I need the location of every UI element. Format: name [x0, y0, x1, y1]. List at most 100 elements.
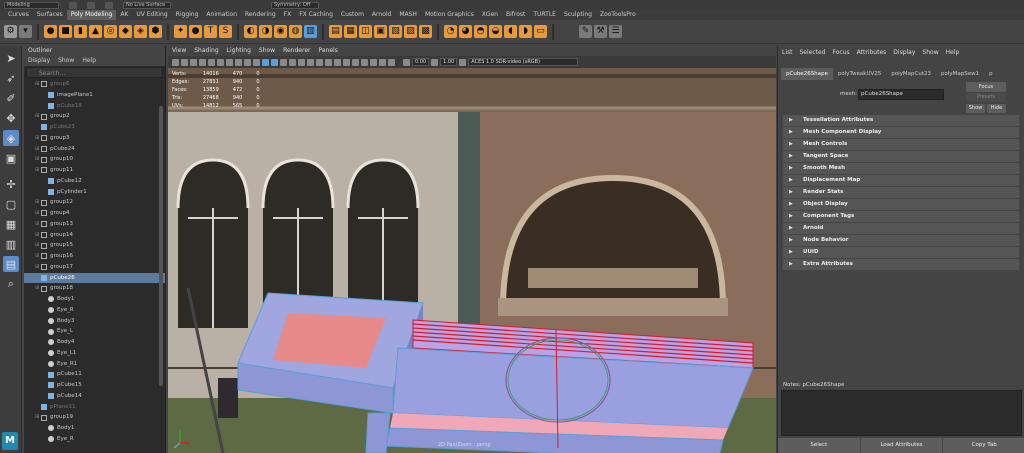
- shelf-tab[interactable]: Bifrost: [502, 10, 529, 20]
- bevel-icon[interactable]: ◫: [359, 25, 372, 38]
- tab-polymapsew1[interactable]: polyMapSew1: [936, 68, 984, 80]
- shelf-tab[interactable]: Custom: [337, 10, 368, 20]
- shelf-tab[interactable]: Curves: [4, 10, 33, 20]
- presets-button[interactable]: Presets: [966, 93, 1006, 102]
- load-attributes-button[interactable]: Load Attributes: [860, 438, 943, 453]
- image-plane-icon[interactable]: [199, 58, 206, 66]
- extrude-icon[interactable]: ▤: [329, 25, 342, 38]
- isolate-icon[interactable]: [352, 58, 359, 66]
- outliner-row[interactable]: ⊞ group3: [24, 133, 165, 144]
- ae-menu-display[interactable]: Display: [893, 46, 915, 60]
- script-icon[interactable]: ☰: [609, 25, 622, 38]
- tab-pcube26shape[interactable]: pCube26Shape: [781, 68, 833, 80]
- select-tool-icon[interactable]: ➤: [3, 50, 19, 66]
- uv-icon[interactable]: ◔: [444, 25, 457, 38]
- smooth-icon[interactable]: ◉: [274, 25, 287, 38]
- insert-edge-loop-icon[interactable]: ▧: [389, 25, 402, 38]
- unfold-icon[interactable]: ◓: [474, 25, 487, 38]
- tab-more[interactable]: p: [984, 68, 998, 80]
- shelf-tab[interactable]: Rendering: [241, 10, 280, 20]
- ae-section-header[interactable]: ▶ Smooth Mesh: [783, 163, 1019, 174]
- outliner-row[interactable]: ⊞ group6: [24, 79, 165, 90]
- viewport-menu-renderer[interactable]: Renderer: [283, 46, 310, 56]
- shelf-tab[interactable]: Poly Modeling: [66, 10, 117, 20]
- scale-tool-icon[interactable]: ▣: [3, 150, 19, 166]
- camera-icon[interactable]: [172, 58, 179, 66]
- search-icon[interactable]: ⌕: [3, 276, 19, 292]
- status-icon[interactable]: [105, 1, 113, 9]
- disc-icon[interactable]: ◈: [134, 25, 147, 38]
- shelf-tab[interactable]: ZooToolsPro: [596, 10, 640, 20]
- planar-map-icon[interactable]: ▭: [534, 25, 547, 38]
- exposure-icon[interactable]: [403, 58, 410, 66]
- shelf-tab[interactable]: Arnold: [368, 10, 395, 20]
- ae-menu-show[interactable]: Show: [922, 46, 938, 60]
- layout-four-icon[interactable]: ▦: [3, 216, 19, 232]
- shelf-tab[interactable]: Rigging: [172, 10, 203, 20]
- ae-section-header[interactable]: ▶ Mesh Controls: [783, 139, 1019, 150]
- multi-cut-icon[interactable]: ▨: [404, 25, 417, 38]
- outliner-row[interactable]: ⊞ group13: [24, 219, 165, 230]
- move-tool-icon[interactable]: ✥: [3, 110, 19, 126]
- super-shape-icon[interactable]: ✦: [174, 25, 187, 38]
- outliner-row[interactable]: Eye_R: [24, 434, 165, 445]
- axis-icon[interactable]: ✢: [3, 176, 19, 192]
- outliner-row[interactable]: ⊞ group12: [24, 197, 165, 208]
- outliner-row[interactable]: Body1: [24, 423, 165, 434]
- wireframe-icon[interactable]: [262, 58, 269, 66]
- outliner-row[interactable]: ⊞ group18: [24, 283, 165, 294]
- outliner-row[interactable]: pCube12: [24, 176, 165, 187]
- viewport-menu-show[interactable]: Show: [259, 46, 275, 56]
- layout-single-icon[interactable]: ▢: [3, 196, 19, 212]
- wireframe-on-shaded-icon[interactable]: [280, 58, 287, 66]
- shelf-tab[interactable]: Sculpting: [560, 10, 596, 20]
- viewport-menu-lighting[interactable]: Lighting: [227, 46, 251, 56]
- settings-icon[interactable]: ⚒: [594, 25, 607, 38]
- lights-icon[interactable]: [298, 58, 305, 66]
- ae-section-header[interactable]: ▶ Displacement Map: [783, 175, 1019, 186]
- gamma-field[interactable]: 1.00: [440, 58, 458, 66]
- ae-section-header[interactable]: ▶ Extra Attributes: [783, 259, 1019, 270]
- live-surface-field[interactable]: No Live Surface: [123, 1, 171, 9]
- bookmark-icon[interactable]: [190, 58, 197, 66]
- outliner-scrollbar[interactable]: [159, 106, 163, 386]
- svg-icon[interactable]: S: [219, 25, 232, 38]
- target-weld-icon[interactable]: ▩: [419, 25, 432, 38]
- gate-mask-icon[interactable]: [235, 58, 242, 66]
- outliner-row[interactable]: ⊞ group17: [24, 262, 165, 273]
- smooth-shade-icon[interactable]: [271, 58, 278, 66]
- film-gate-icon[interactable]: [217, 58, 224, 66]
- textured-icon[interactable]: [289, 58, 296, 66]
- outliner-row[interactable]: ⊞ group19: [24, 412, 165, 423]
- notes-textarea[interactable]: [781, 390, 1022, 436]
- copy-tab-button[interactable]: Copy Tab: [943, 438, 1024, 453]
- status-icon[interactable]: [87, 1, 95, 9]
- select-button[interactable]: Select: [778, 438, 860, 453]
- outliner-menu-show[interactable]: Show: [58, 56, 74, 66]
- outliner-row[interactable]: Eye_R1: [24, 359, 165, 370]
- outliner-row[interactable]: pCube18: [24, 101, 165, 112]
- outliner-row[interactable]: ⊞ group2: [24, 111, 165, 122]
- motion-blur-icon[interactable]: [325, 58, 332, 66]
- gear-icon[interactable]: ⚙: [4, 25, 17, 38]
- outliner-menu-help[interactable]: Help: [82, 56, 96, 66]
- outliner-menu-display[interactable]: Display: [28, 56, 50, 66]
- outliner-row[interactable]: pCube11: [24, 369, 165, 380]
- xray-components-icon[interactable]: [379, 58, 386, 66]
- outliner-row[interactable]: Eye_R: [24, 305, 165, 316]
- ambient-occlusion-icon[interactable]: [316, 58, 323, 66]
- sew-uv-icon[interactable]: ◗: [519, 25, 532, 38]
- lasso-tool-icon[interactable]: ➶: [3, 70, 19, 86]
- mesh-name-field[interactable]: pCube26Shape: [858, 89, 944, 100]
- ae-section-header[interactable]: ▶ UUID: [783, 247, 1019, 258]
- plane-icon[interactable]: ◆: [119, 25, 132, 38]
- outliner-row[interactable]: Body4: [24, 337, 165, 348]
- gamma-icon[interactable]: [431, 58, 439, 66]
- shelf-menu-icon[interactable]: ▾: [19, 25, 32, 38]
- outliner-row[interactable]: pCube15: [24, 380, 165, 391]
- outliner-layout-icon[interactable]: ▤: [3, 256, 19, 272]
- outliner-row[interactable]: pCube26: [24, 272, 165, 284]
- ae-section-header[interactable]: ▶ Node Behavior: [783, 235, 1019, 246]
- camera-attr-icon[interactable]: [181, 58, 188, 66]
- outliner-row[interactable]: ⊞ pCube24: [24, 144, 165, 155]
